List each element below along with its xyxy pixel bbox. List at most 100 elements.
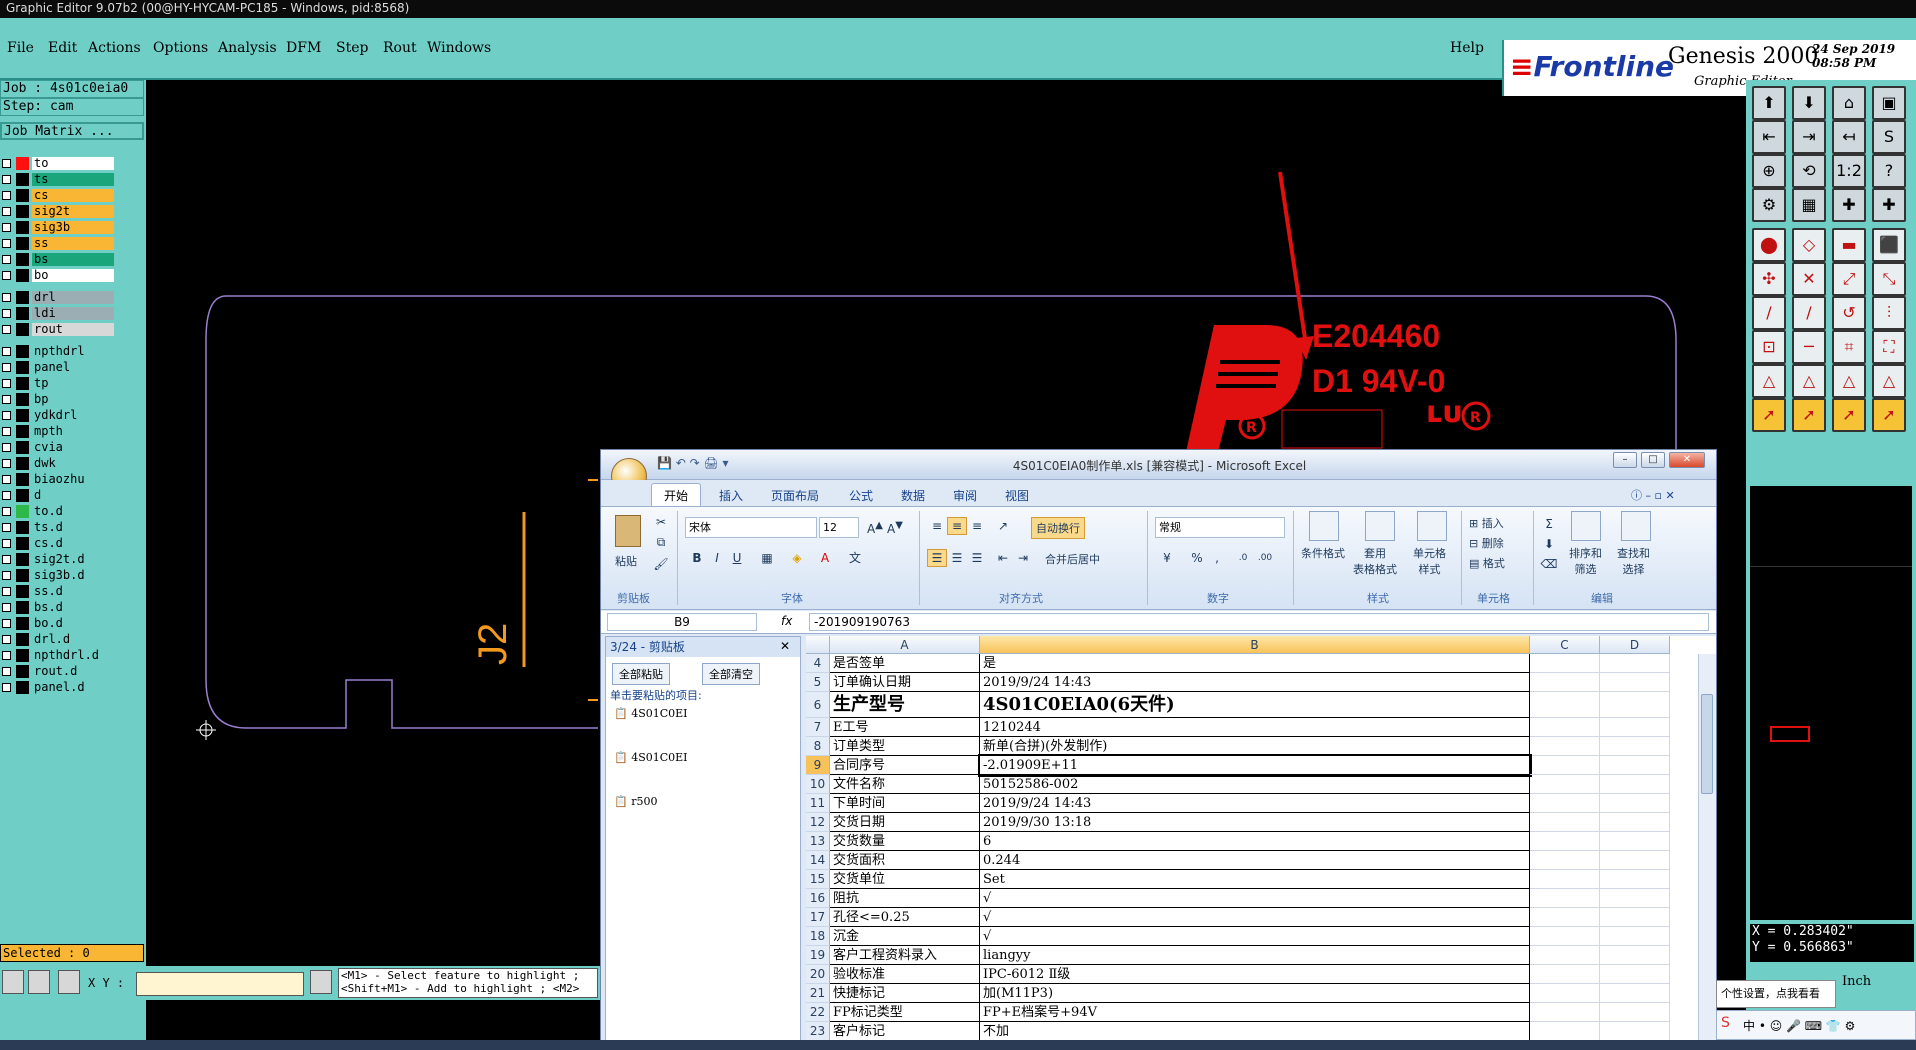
cross-icon[interactable]: ✚ [1832,188,1866,222]
layer-affect-toggle[interactable] [16,633,29,646]
grow-font-icon[interactable]: A▲ [865,517,885,536]
layer-row-mpth[interactable]: mpth [0,424,118,439]
layer-row-sig3b-d[interactable]: sig3b.d [0,568,118,583]
cell-value[interactable]: √ [980,908,1530,927]
merge-center-button[interactable]: 合并后居中 [1045,551,1100,567]
layer-checkbox[interactable] [2,507,11,516]
layer-row-npthdrl[interactable]: npthdrl [0,344,118,359]
cell-value[interactable]: √ [980,889,1530,908]
orientation-icon[interactable]: ↗ [993,517,1013,535]
layer-checkbox[interactable] [2,635,11,644]
layer-affect-toggle[interactable] [16,521,29,534]
row-header[interactable]: 14 [806,851,830,870]
close-button[interactable]: ✕ [1669,452,1705,468]
empty-cell[interactable] [1600,813,1670,832]
row-header[interactable]: 8 [806,737,830,756]
layer-row-sig2t[interactable]: sig2t [0,204,118,219]
help-icon[interactable]: ? [1872,154,1906,188]
empty-cell[interactable] [1530,984,1600,1003]
layer-row-ts[interactable]: ts [0,172,118,187]
clipboard-item[interactable]: 📋 r500 [614,795,657,808]
clear-all-button[interactable]: 全部清空 [702,663,760,685]
layer-affect-toggle[interactable] [16,409,29,422]
layer-checkbox[interactable] [2,411,11,420]
empty-cell[interactable] [1530,692,1600,718]
cell-label[interactable]: 交货日期 [830,813,980,832]
tab-home[interactable]: 开始 [651,483,702,506]
layer-name[interactable]: bp [32,393,114,406]
layer-row-to[interactable]: to [0,156,118,171]
layer-row-rout[interactable]: rout [0,322,118,337]
autosum-icon[interactable]: Σ [1539,515,1559,533]
row-header[interactable]: 13 [806,832,830,851]
triangle-icon[interactable]: △ [1752,364,1786,398]
layer-name[interactable]: sig2t [32,205,114,218]
empty-cell[interactable] [1530,813,1600,832]
pointer3-icon[interactable]: ➚ [1832,398,1866,432]
layer-name[interactable]: ss.d [32,585,114,598]
select-all-corner[interactable] [806,636,830,654]
menu-help[interactable]: Help [1450,40,1484,56]
align-middle-icon[interactable]: ≡ [947,517,967,535]
table-format-label[interactable]: 套用 表格格式 [1353,545,1397,577]
back-icon[interactable]: ↤ [1832,120,1866,154]
ime-mode-icon[interactable]: 中 • ☺ 🎤 ⌨ 👕 ⚙ [1743,1017,1855,1034]
layer-affect-toggle[interactable] [16,665,29,678]
triangle3-icon[interactable]: △ [1832,364,1866,398]
layer-row-cvia[interactable]: cvia [0,440,118,455]
shrink-font-icon[interactable]: A▼ [885,517,905,536]
empty-cell[interactable] [1530,775,1600,794]
format-cells-button[interactable]: ▤ 格式 [1469,555,1505,571]
tab-page-layout[interactable]: 页面布局 [771,487,819,504]
cell-label[interactable]: 快捷标记 [830,984,980,1003]
layer-affect-toggle[interactable] [16,457,29,470]
layer-row-tp[interactable]: tp [0,376,118,391]
net-icon[interactable]: ✣ [1752,262,1786,296]
empty-cell[interactable] [1600,692,1670,718]
layer-name[interactable]: bo.d [32,617,114,630]
cell-value[interactable]: Set [980,870,1530,889]
insert-cells-button[interactable]: ⊞ 插入 [1469,515,1504,531]
layer-row-rout-d[interactable]: rout.d [0,664,118,679]
panel-icon[interactable]: ▣ [1872,86,1906,120]
cell-value[interactable]: 1210244 [980,718,1530,737]
align-left-icon[interactable]: ☰ [927,549,947,567]
conditional-format-icon[interactable] [1309,511,1339,541]
paste-label[interactable]: 粘贴 [615,553,637,569]
line-icon[interactable]: ▬ [1832,228,1866,262]
delete-cells-button[interactable]: ⊟ 删除 [1469,535,1504,551]
layer-affect-toggle[interactable] [16,569,29,582]
cell-label[interactable]: 交货面积 [830,851,980,870]
empty-cell[interactable] [1530,673,1600,692]
layer-affect-toggle[interactable] [16,307,29,320]
empty-cell[interactable] [1600,737,1670,756]
dash-icon[interactable]: ─ [1792,330,1826,364]
help-icon[interactable]: ⓘ – ▫ ✕ [1631,487,1675,503]
layer-checkbox[interactable] [2,325,11,334]
layer-name[interactable]: cs [32,189,114,202]
layer-checkbox[interactable] [2,539,11,548]
empty-cell[interactable] [1600,908,1670,927]
cell-label[interactable]: 交货单位 [830,870,980,889]
number-format-combo[interactable]: 常规 [1155,517,1285,538]
cross2-icon[interactable]: ✚ [1872,188,1906,222]
layer-checkbox[interactable] [2,427,11,436]
cell-label[interactable]: 客户标记 [830,1022,980,1041]
font-name-combo[interactable]: 宋体 [685,517,817,538]
layer-checkbox[interactable] [2,459,11,468]
cell-label[interactable]: 合同序号 [830,756,980,775]
layer-name[interactable]: sig3b [32,221,114,234]
name-box[interactable]: B9 [607,613,757,631]
underline-icon[interactable]: U [727,549,747,567]
pad-icon[interactable]: ⬤ [1752,228,1786,262]
bold-icon[interactable]: B [687,549,707,567]
slash2-icon[interactable]: ∕ [1792,296,1826,330]
layer-affect-toggle[interactable] [16,291,29,304]
layer-checkbox[interactable] [2,309,11,318]
layer-checkbox[interactable] [2,207,11,216]
layer-affect-toggle[interactable] [16,157,29,170]
row-header[interactable]: 9 [806,756,830,775]
clipboard-item[interactable]: 📋 4S01C0EI [614,751,688,764]
decrease-decimal-icon[interactable]: .00 [1255,549,1275,567]
zoom-fit-icon[interactable]: ⊕ [1752,154,1786,188]
